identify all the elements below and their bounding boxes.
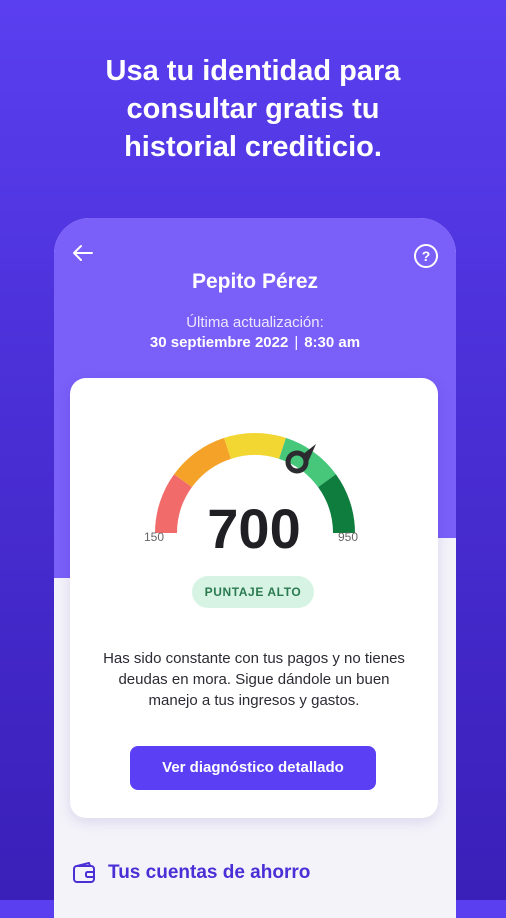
headline-line-3: historial crediticio.: [124, 131, 382, 163]
last-updated-label: Última actualización:: [186, 314, 324, 331]
last-updated-time: 8:30 am: [304, 334, 361, 351]
savings-accounts-title: Tus cuentas de ahorro: [108, 862, 311, 883]
last-updated-value: 30 septiembre 2022 | 8:30 am: [54, 334, 456, 351]
user-name: Pepito Pérez: [191, 270, 319, 293]
last-updated-date: 30 septiembre 2022: [149, 334, 289, 351]
detailed-diagnosis-button[interactable]: Ver diagnóstico detallado: [130, 746, 376, 790]
score-level-badge: PUNTAJE ALTO: [192, 576, 314, 608]
back-button[interactable]: [70, 244, 96, 266]
headline-line-1: Usa tu identidad para: [105, 55, 401, 87]
last-updated-separator: |: [294, 334, 299, 351]
gauge-segment: [174, 437, 231, 488]
gauge-max-label: 950: [338, 530, 359, 544]
help-button[interactable]: ?: [414, 244, 438, 268]
arrow-left-icon: [73, 245, 93, 261]
credit-score-value: 700: [207, 497, 301, 560]
savings-accounts-section[interactable]: Tus cuentas de ahorro: [72, 858, 310, 888]
gauge-segment: [224, 433, 286, 459]
phone-screen: ? Pepito Pérez Última actualización: 30 …: [54, 218, 456, 918]
headline-line-2: consultar gratis tu: [126, 93, 380, 125]
question-circle-icon: ?: [421, 248, 431, 264]
score-description: Has sido constante con tus pagos y no ti…: [103, 650, 405, 709]
wallet-icon: [73, 862, 95, 883]
gauge-min-label: 150: [144, 530, 165, 544]
promo-headline: Usa tu identidad para consultar gratis t…: [0, 52, 506, 166]
credit-score-card: 700 150 950 PUNTAJE ALTO Has sido consta…: [70, 378, 438, 818]
